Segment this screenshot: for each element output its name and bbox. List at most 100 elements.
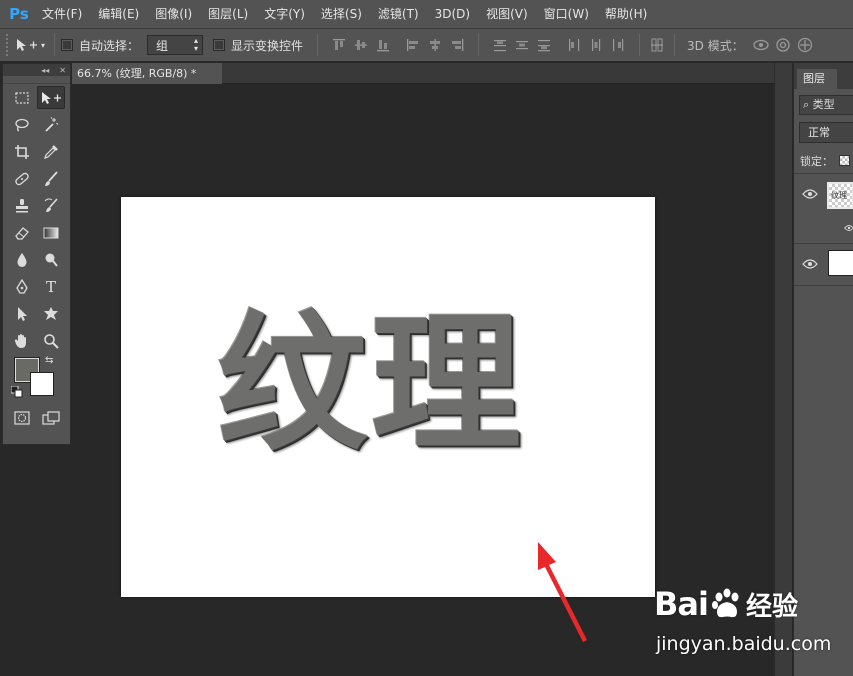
swap-colors-icon[interactable]: ⇆ — [45, 355, 53, 366]
auto-select-checkbox[interactable] — [61, 39, 73, 51]
menu-layer[interactable]: 图层(L) — [200, 0, 256, 28]
eye-icon[interactable] — [802, 258, 818, 270]
default-colors-icon[interactable] — [10, 385, 23, 398]
auto-select-dropdown[interactable]: 组 ▴ ▾ — [147, 35, 204, 55]
watermark-logo: Bai 经验 — [654, 585, 798, 623]
options-bar: ▾ 自动选择： 组 ▴ ▾ 显示变换控件 3D 模式： — [0, 28, 853, 62]
distribute-top-icon[interactable] — [489, 35, 511, 55]
zoom-tool-icon[interactable] — [37, 329, 65, 352]
lock-label: 锁定： — [800, 155, 833, 168]
magic-wand-icon[interactable] — [37, 113, 65, 136]
type-tool-icon[interactable]: T — [37, 275, 65, 298]
menu-edit[interactable]: 编辑(E) — [90, 0, 147, 28]
auto-select-label: 自动选择： — [79, 38, 140, 53]
layer-thumbnail: 纹理 — [827, 182, 853, 209]
align-vcenter-icon[interactable] — [350, 35, 372, 55]
layers-panel-tabbar: 图层 — [794, 63, 853, 89]
tool-preset-picker[interactable]: ▾ — [12, 38, 48, 52]
distribute-right-icon[interactable] — [607, 35, 629, 55]
hand-tool-icon[interactable] — [8, 329, 36, 352]
effect-eye-icon[interactable] — [844, 223, 853, 233]
menu-help[interactable]: 帮助(H) — [597, 0, 655, 28]
photoshop-logo: Ps — [9, 5, 29, 23]
show-transform-checkbox[interactable] — [213, 39, 226, 51]
auto-align-icon[interactable] — [646, 35, 668, 55]
distribute-group-h — [563, 35, 629, 55]
align-bottom-icon[interactable] — [372, 35, 394, 55]
eye-icon[interactable] — [802, 188, 818, 200]
history-brush-icon[interactable] — [37, 194, 65, 217]
watermark-url: jingyan.baidu.com — [656, 633, 832, 655]
tools-panel-grip[interactable] — [3, 76, 70, 84]
align-top-icon[interactable] — [328, 35, 350, 55]
marquee-tool-icon[interactable] — [8, 86, 36, 109]
clone-stamp-icon[interactable] — [8, 194, 36, 217]
divider — [317, 34, 319, 56]
healing-brush-icon[interactable] — [8, 167, 36, 190]
menu-select[interactable]: 选择(S) — [313, 0, 370, 28]
background-color-swatch[interactable] — [30, 372, 54, 396]
align-group-h — [402, 35, 468, 55]
tools-panel: ◂◂ ✕ T ⇆ — [2, 63, 71, 445]
distribute-left-icon[interactable] — [563, 35, 585, 55]
annotation-arrow-icon — [538, 542, 587, 642]
layer-row[interactable]: 纹理 — [794, 173, 853, 253]
lasso-tool-icon[interactable] — [8, 113, 36, 136]
layer-row[interactable] — [794, 243, 853, 285]
menu-3d[interactable]: 3D(D) — [427, 0, 478, 28]
menu-image[interactable]: 图像(I) — [147, 0, 200, 28]
updown-arrows-icon: ▴ ▾ — [194, 36, 199, 53]
3d-pan-icon[interactable] — [794, 35, 816, 55]
divider — [639, 34, 641, 56]
distribute-hcenter-icon[interactable] — [585, 35, 607, 55]
blend-mode-dropdown[interactable]: 正常 — [799, 122, 853, 143]
3d-rotate-icon[interactable] — [750, 35, 772, 55]
collapse-icon[interactable]: ◂◂ — [41, 66, 49, 75]
color-swatches: ⇆ — [3, 354, 70, 404]
3d-roll-icon[interactable] — [772, 35, 794, 55]
move-tool-icon[interactable] — [37, 86, 65, 109]
align-left-icon[interactable] — [402, 35, 424, 55]
distribute-bottom-icon[interactable] — [533, 35, 555, 55]
document-tab[interactable]: 66.7% (纹理, RGB/8) * — [72, 63, 222, 84]
document-tab-title: 66.7% (纹理, RGB/8) * — [77, 67, 197, 80]
close-icon[interactable]: ✕ — [59, 66, 66, 75]
menu-filter[interactable]: 滤镜(T) — [370, 0, 427, 28]
align-right-icon[interactable] — [446, 35, 468, 55]
menu-type[interactable]: 文字(Y) — [256, 0, 313, 28]
blur-tool-icon[interactable] — [8, 248, 36, 271]
auto-select-value: 组 — [156, 38, 169, 53]
divider — [674, 34, 676, 56]
divider — [54, 34, 55, 56]
eyedropper-icon[interactable] — [37, 140, 65, 163]
crop-tool-icon[interactable] — [8, 140, 36, 163]
tools-panel-header: ◂◂ ✕ — [3, 64, 70, 76]
distribute-vcenter-icon[interactable] — [511, 35, 533, 55]
align-hcenter-icon[interactable] — [424, 35, 446, 55]
menu-file[interactable]: 文件(F) — [34, 0, 90, 28]
gradient-tool-icon[interactable] — [37, 221, 65, 244]
align-group — [328, 35, 394, 55]
menu-window[interactable]: 窗口(W) — [536, 0, 597, 28]
baidu-jingyan-watermark: Bai 经验 jingyan.baidu.com — [654, 585, 831, 665]
canvas-text-layer: 纹理 — [217, 298, 526, 472]
path-selection-icon[interactable] — [8, 302, 36, 325]
tab-layers[interactable]: 图层 — [797, 69, 837, 89]
chevron-down-icon: ▾ — [40, 40, 45, 50]
divider — [478, 34, 480, 56]
layer-filter-dropdown[interactable]: ⌕ 类型 — [799, 95, 853, 115]
custom-shape-icon[interactable] — [37, 302, 65, 325]
quick-mask-icon[interactable] — [8, 406, 36, 429]
watermark-brand-left: Bai — [654, 585, 709, 623]
screen-mode-icon[interactable] — [37, 406, 65, 429]
menu-view[interactable]: 视图(V) — [478, 0, 536, 28]
brush-tool-icon[interactable] — [37, 167, 65, 190]
eraser-tool-icon[interactable] — [8, 221, 36, 244]
move-tool-icon — [16, 39, 37, 51]
dodge-tool-icon[interactable] — [37, 248, 65, 271]
pen-tool-icon[interactable] — [8, 275, 36, 298]
watermark-brand-right: 经验 — [745, 591, 798, 622]
show-transform-label: 显示变换控件 — [231, 38, 304, 53]
lock-transparency-icon[interactable] — [839, 155, 850, 166]
paw-icon — [711, 588, 739, 618]
